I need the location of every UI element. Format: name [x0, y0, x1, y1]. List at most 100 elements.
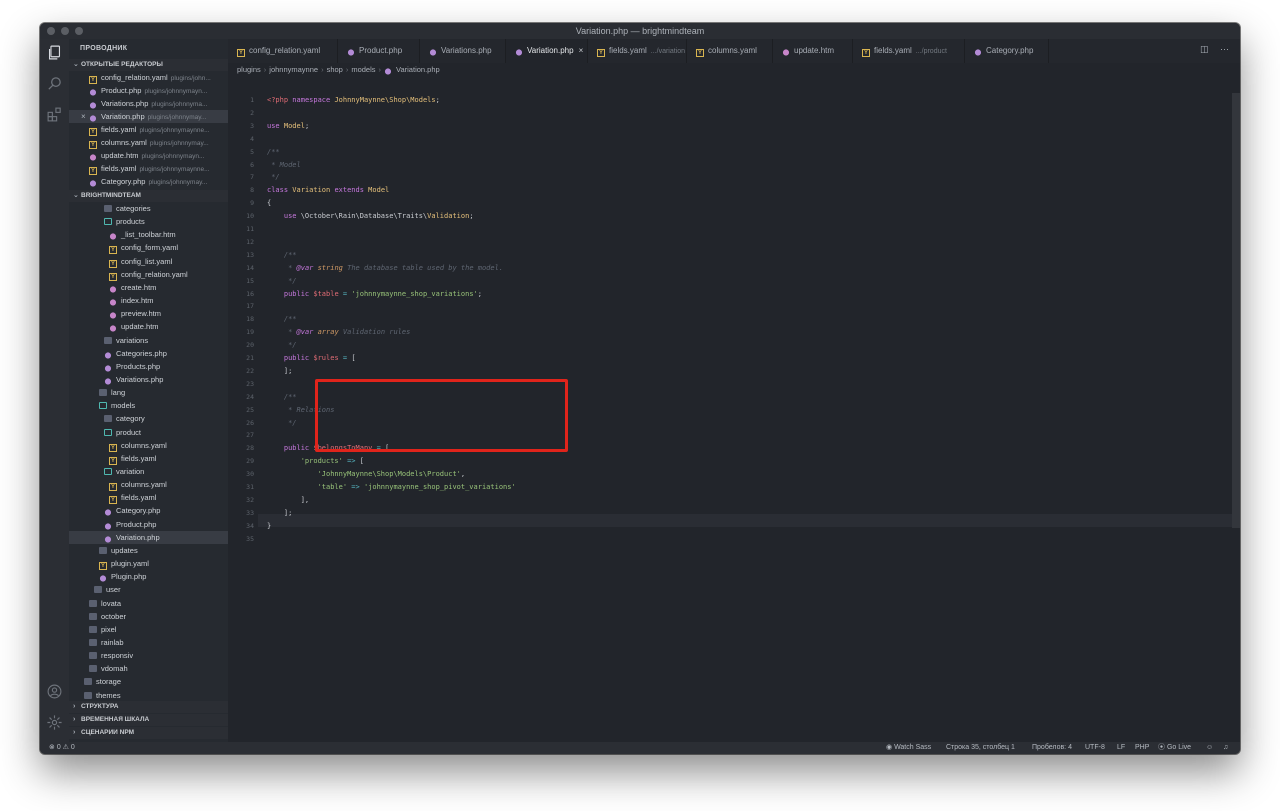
tree-item[interactable]: Ycolumns.yaml	[69, 478, 228, 492]
more-actions-icon[interactable]: ···	[1220, 44, 1229, 54]
tab-category-php[interactable]: ⬤ Category.php	[965, 39, 1049, 63]
open-editor-item[interactable]: ⬤ Category.php plugins/johnnymay...	[69, 175, 228, 188]
open-editor-item[interactable]: ⬤ update.htm plugins/johnnymayn...	[69, 149, 228, 162]
code-line[interactable]: public $table = 'johnnymaynne_shop_varia…	[267, 288, 482, 301]
code-line[interactable]: /**	[267, 391, 297, 404]
tree-item[interactable]: Yconfig_form.yaml	[69, 241, 228, 255]
open-editor-item[interactable]: Ycolumns.yaml plugins/johnnymay...	[69, 136, 228, 149]
tree-item[interactable]: lang	[69, 386, 228, 399]
tree-item[interactable]: variation	[69, 465, 228, 478]
open-editor-item[interactable]: Yfields.yaml plugins/johnnymaynne...	[69, 123, 228, 136]
tree-item[interactable]: Yconfig_relation.yaml	[69, 268, 228, 281]
eol-item[interactable]: LF	[1117, 742, 1125, 754]
tree-item[interactable]: user	[69, 583, 228, 596]
code-line[interactable]: 'table' => 'johnnymaynne_shop_pivot_vari…	[267, 481, 516, 494]
tree-item[interactable]: ⬤ Product.php	[69, 518, 228, 531]
code-line[interactable]: 'products' => [	[267, 455, 364, 468]
breadcrumb-item[interactable]: johnnymaynne	[269, 65, 318, 74]
encoding-item[interactable]: UTF-8	[1085, 742, 1105, 754]
tree-item[interactable]: updates	[69, 544, 228, 557]
feedback-icon[interactable]: ☺	[1206, 742, 1213, 754]
tree-item[interactable]: ⬤ _list_toolbar.htm	[69, 228, 228, 241]
tree-item[interactable]: ⬤ Variation.php	[69, 530, 228, 544]
open-editors-header[interactable]: ⌄ ОТКРЫТЫЕ РЕДАКТОРЫ	[69, 59, 228, 71]
collapsed-section-header[interactable]: › СЦЕНАРИИ NPM	[69, 727, 228, 739]
tree-item[interactable]: rainlab	[69, 636, 228, 649]
tree-item[interactable]: themes	[69, 689, 228, 702]
code-line[interactable]: {	[267, 197, 271, 210]
code-line[interactable]: */	[267, 339, 296, 352]
tree-item[interactable]: vdomah	[69, 662, 228, 675]
tree-item[interactable]: Yplugin.yaml	[69, 557, 228, 571]
code-line[interactable]: ],	[267, 494, 309, 507]
tree-item[interactable]: Yfields.yaml	[69, 452, 228, 465]
split-editor-icon[interactable]: ◫	[1200, 44, 1209, 55]
tab-variations-php[interactable]: ⬤ Variations.php	[420, 39, 506, 63]
tab-fields-yaml[interactable]: Yfields.yaml .../variation	[588, 39, 687, 63]
code-line[interactable]: * Model	[267, 159, 301, 172]
code-line[interactable]: ];	[267, 507, 292, 520]
tab-fields-yaml[interactable]: Yfields.yaml .../product	[853, 39, 965, 63]
code-line[interactable]: * @var array Validation rules	[267, 326, 410, 339]
tree-item[interactable]: models	[69, 399, 228, 412]
tab-update-htm[interactable]: ⬤ update.htm	[773, 39, 853, 63]
indentation-item[interactable]: Пробелов: 4	[1032, 742, 1072, 754]
workspace-header[interactable]: ⌄ BRIGHTMINDTEAM	[69, 190, 228, 202]
tree-item[interactable]: storage	[69, 675, 228, 688]
open-editor-item[interactable]: ⬤ Variations.php plugins/johnnyma...	[69, 97, 228, 110]
tree-item[interactable]: ⬤ Categories.php	[69, 347, 228, 360]
collapsed-section-header[interactable]: › ВРЕМЕННАЯ ШКАЛА	[69, 714, 228, 726]
tree-item[interactable]: variations	[69, 334, 228, 347]
tree-item[interactable]: Yfields.yaml	[69, 491, 228, 505]
account-icon[interactable]	[46, 683, 63, 700]
code-line[interactable]: use Model;	[267, 120, 309, 133]
tree-item[interactable]: pixel	[69, 623, 228, 636]
tab-config-relation-yaml[interactable]: Yconfig_relation.yaml	[228, 39, 338, 63]
settings-gear-icon[interactable]	[46, 714, 63, 731]
notifications-bell-icon[interactable]: ♫	[1223, 742, 1228, 754]
watch-sass-item[interactable]: ◉ Watch Sass	[886, 742, 931, 754]
code-line[interactable]: * @var string The database table used by…	[267, 262, 503, 275]
code-line[interactable]: }	[267, 520, 271, 533]
tree-item[interactable]: ⬤ create.htm	[69, 281, 228, 294]
breadcrumb-item[interactable]: models	[351, 65, 375, 74]
open-editor-item[interactable]: Yfields.yaml plugins/johnnymaynne...	[69, 162, 228, 175]
tree-item[interactable]: ⬤ Plugin.php	[69, 570, 228, 583]
search-icon[interactable]	[46, 75, 63, 92]
tree-item[interactable]: Ycolumns.yaml	[69, 439, 228, 452]
tree-item[interactable]: Yconfig_list.yaml	[69, 255, 228, 268]
code-line[interactable]: 'JohnnyMaynne\Shop\Models\Product',	[267, 468, 466, 481]
breadcrumb-item[interactable]: shop	[327, 65, 343, 74]
tree-item[interactable]: products	[69, 215, 228, 228]
code-line[interactable]: */	[267, 275, 296, 288]
collapsed-section-header[interactable]: › СТРУКТУРА	[69, 701, 228, 713]
tree-item[interactable]: ⬤ update.htm	[69, 320, 228, 333]
tree-item[interactable]: ⬤ index.htm	[69, 294, 228, 307]
code-line[interactable]: /**	[267, 146, 280, 159]
tree-item[interactable]: category	[69, 412, 228, 425]
tree-item[interactable]: ⬤ Category.php	[69, 504, 228, 517]
tree-item[interactable]: october	[69, 610, 228, 623]
code-line[interactable]: public $rules = [	[267, 352, 356, 365]
code-line[interactable]: /**	[267, 313, 297, 326]
tree-item[interactable]: product	[69, 426, 228, 439]
cursor-position[interactable]: Строка 35, столбец 1	[946, 742, 1015, 754]
code-line[interactable]: class Variation extends Model	[267, 184, 389, 197]
language-mode[interactable]: PHP	[1135, 742, 1149, 754]
go-live-item[interactable]: ⦿ Go Live	[1158, 742, 1191, 754]
tree-item[interactable]: ⬤ Variations.php	[69, 373, 228, 386]
code-line[interactable]: ];	[267, 365, 292, 378]
code-line[interactable]: */	[267, 171, 279, 184]
tree-item[interactable]: ⬤ Products.php	[69, 360, 228, 373]
tree-item[interactable]: ⬤ preview.htm	[69, 307, 228, 320]
close-tab-icon[interactable]: ×	[579, 46, 584, 55]
breadcrumb-item[interactable]: plugins	[237, 65, 261, 74]
tree-item[interactable]: categories	[69, 202, 228, 215]
tree-item[interactable]: lovata	[69, 597, 228, 610]
breadcrumb-item[interactable]: Variation.php	[396, 65, 440, 74]
tab-variation-php[interactable]: ⬤ Variation.php ×	[506, 39, 588, 63]
open-editor-item[interactable]: Yconfig_relation.yaml plugins/john...	[69, 71, 228, 84]
close-icon[interactable]: ×	[81, 110, 86, 123]
code-line[interactable]: */	[267, 417, 296, 430]
extensions-icon[interactable]	[46, 106, 63, 123]
